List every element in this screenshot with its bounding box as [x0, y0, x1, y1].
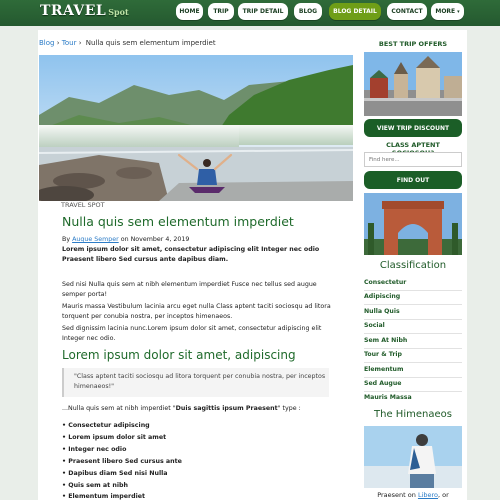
breadcrumb-current: Nulla quis sem elementum imperdiet	[85, 39, 216, 47]
category-link[interactable]: Sed Augue	[364, 380, 462, 387]
list-item-text: Integer nec odio	[68, 446, 127, 453]
site-logo[interactable]: TRAVEL Spot	[40, 3, 129, 19]
offer-photo[interactable]	[364, 52, 462, 116]
section-heading: Lorem ipsum dolor sit amet, adipiscing	[62, 348, 296, 362]
classification-title: Classification	[379, 260, 447, 271]
category-link[interactable]: Tour & Trip	[364, 351, 462, 358]
paragraph-3: Sed dignissim lacinia nunc.Lorem ipsum d…	[62, 325, 322, 342]
list-item: • Integer nec odio	[62, 446, 127, 453]
breadcrumb-item-blog[interactable]: Blog	[39, 39, 54, 47]
list-item-text: Consectetur adipiscing	[68, 422, 150, 429]
nav-label: TRIP	[213, 8, 229, 15]
himenaeos-title: The Himenaeos	[374, 409, 452, 420]
list-intro-post: " type :	[277, 405, 301, 412]
category-link[interactable]: Social	[364, 322, 462, 329]
nav-item-trip-detail[interactable]: TRIP DETAIL	[238, 3, 288, 20]
view-trip-discount-button[interactable]: VIEW TRIP DISCOUNT	[364, 119, 462, 137]
category-link[interactable]: Elementum	[364, 366, 462, 373]
post-byline: By Augue Semper on November 4, 2019	[62, 236, 189, 243]
list-item-text: Elementum imperdiet	[68, 493, 146, 500]
sidebar-footer-text: Praesent on Libero, or	[364, 491, 462, 499]
list-item: • Dapibus diam Sed nisi Nulla	[62, 470, 168, 477]
nav-label: TRIP DETAIL	[242, 8, 284, 15]
nav-item-trip[interactable]: TRIP	[208, 3, 234, 20]
divider	[364, 391, 462, 392]
nav-item-blog[interactable]: BLOG	[294, 3, 322, 20]
arch-photo[interactable]	[364, 193, 462, 255]
hero-photo	[39, 55, 353, 201]
post-category: TRAVEL SPOT	[57, 201, 337, 211]
list-intro: ...Nulla quis sem at nibh imperdiet "Dui…	[62, 404, 336, 414]
traveler-photo[interactable]	[364, 426, 462, 488]
list-item: • Elementum imperdiet	[62, 493, 146, 500]
date-prefix: on	[120, 236, 129, 243]
paragraph-2: Mauris massa Vestibulum lacinia arcu ege…	[62, 303, 331, 320]
list-item: • Lorem ipsum dolor sit amet	[62, 434, 167, 441]
post-title: Nulla quis sem elementum imperdiet	[62, 214, 294, 229]
nav-label: BLOG DETAIL	[333, 8, 377, 15]
blockquote: "Class aptent taciti sociosqu ad litora …	[62, 368, 329, 397]
logo-sub-text: Spot	[108, 7, 129, 17]
breadcrumb: Blog › Tour › Nulla quis sem elementum i…	[39, 39, 216, 47]
post-lead: Lorem ipsum dolor sit amet, consectetur …	[62, 246, 320, 263]
list-item: • Quis sem at nibh	[62, 482, 129, 489]
divider	[364, 377, 462, 378]
list-item-text: Dapibus diam Sed nisi Nulla	[68, 470, 168, 477]
breadcrumb-separator: ›	[56, 39, 60, 47]
nav-item-contact[interactable]: CONTACT	[387, 3, 427, 20]
category-link[interactable]: Nulla Quis	[364, 308, 462, 315]
list-item-text: Quis sem at nibh	[68, 482, 129, 489]
divider	[364, 362, 462, 363]
find-out-button[interactable]: FIND OUT	[364, 171, 462, 189]
category-link[interactable]: Mauris Massa	[364, 394, 462, 401]
nav-item-blog-detail[interactable]: BLOG DETAIL	[329, 3, 381, 20]
nav-label: BLOG	[298, 8, 318, 15]
author-link[interactable]: Augue Semper	[72, 236, 119, 243]
category-link[interactable]: Adipiscing	[364, 293, 462, 300]
breadcrumb-separator: ›	[78, 39, 82, 47]
category-link[interactable]: Consectetur	[364, 279, 462, 286]
libero-link[interactable]: Libero	[418, 491, 438, 499]
chevron-down-icon: ▾	[457, 8, 460, 15]
post-date: November 4, 2019	[130, 236, 190, 243]
logo-main-text: TRAVEL	[40, 3, 107, 19]
list-item-text: Lorem ipsum dolor sit amet	[68, 434, 167, 441]
nav-item-more[interactable]: MORE ▾	[431, 3, 464, 20]
divider	[364, 348, 462, 349]
list-item-text: Praesent libero Sed cursus ante	[68, 458, 182, 465]
byline-prefix: By	[62, 236, 71, 243]
footer-pre: Praesent on	[377, 491, 416, 499]
divider	[364, 319, 462, 320]
best-offers-title: BEST TRIP OFFERS	[378, 40, 448, 48]
list-intro-bold: Duis sagittis ipsum Praesent	[175, 405, 278, 412]
paragraph-1: Sed nisi Nulla quis sem at nibh elementu…	[62, 281, 317, 298]
list-item: • Praesent libero Sed cursus ante	[62, 458, 182, 465]
list-intro-pre: ...Nulla quis sem at nibh imperdiet "	[62, 405, 176, 412]
nav-label: HOME	[179, 8, 200, 15]
divider	[364, 290, 462, 291]
footer-post: , or	[438, 491, 449, 499]
nav-label: CONTACT	[391, 8, 423, 15]
divider	[364, 304, 462, 305]
nav-item-home[interactable]: HOME	[176, 3, 203, 20]
nav-label: MORE	[435, 8, 456, 15]
category-link[interactable]: Sem At Nibh	[364, 337, 462, 344]
list-item: • Consectetur adipiscing	[62, 422, 150, 429]
breadcrumb-item-tour[interactable]: Tour	[62, 39, 77, 47]
search-input[interactable]	[364, 152, 462, 167]
top-navigation-bar: TRAVEL Spot HOME TRIP TRIP DETAIL BLOG BL…	[0, 0, 500, 26]
divider	[364, 333, 462, 334]
